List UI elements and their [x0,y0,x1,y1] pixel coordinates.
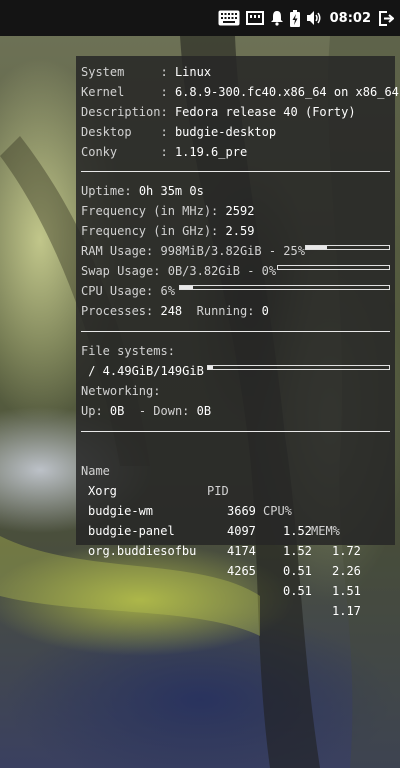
freq-ghz-label: Frequency (in GHz): [81,224,219,238]
uptime-value: 0h 35m 0s [138,184,204,198]
description-row: Description: Fedora release 40 (Forty) [81,102,356,122]
ram-row: RAM Usage: 998MiB/3.82GiB - 25% [81,241,305,261]
process-pid: 4174 [227,544,256,558]
system-value: Linux [174,65,212,79]
network-row: Up: 0B - Down: 0B [81,401,211,421]
swap-row: Swap Usage: 0B/3.82GiB - 0% [81,261,276,281]
divider [81,331,390,332]
running-value: 0 [261,304,269,318]
divider [81,171,390,172]
cpu-usage-bar [179,285,390,290]
processes-value: 248 [160,304,183,318]
logout-icon[interactable] [379,7,394,29]
ram-usage-bar-fill [306,246,327,249]
kernel-label: Kernel : [81,85,168,99]
table-row: org.buddiesofbu 4265 0.51 1.17 [81,521,390,618]
process-mem: 2.26 [332,564,361,578]
ram-usage-bar [305,245,390,250]
ram-label: RAM Usage: [81,244,154,258]
conky-panel: System : Linux Kernel : 6.8.9-300.fc40.x… [76,56,399,618]
freq-mhz-row: Frequency (in MHz): 2592 [81,201,254,221]
system-label: System : [81,65,168,79]
system-row: System : Linux [81,62,211,82]
up-value: 0B [109,404,125,418]
filesystems-label: File systems: [81,344,175,358]
ram-value: 998MiB/3.82GiB - 25% [160,244,305,258]
battery-icon[interactable] [289,7,300,29]
process-pid: 4265 [227,564,256,578]
table-row: budgie-wm 4097 1.52 2.26 [81,481,390,578]
conky-version-row: Conky : 1.19.6_pre [81,142,247,162]
root-fs-bar [207,365,390,370]
table-row: budgie-panel 4174 0.51 1.51 [81,501,390,598]
process-mem: 1.17 [332,604,361,618]
cpu-value: 6% [160,284,175,298]
up-label: Up: [81,404,103,418]
processes-row: Processes: 248 Running: 0 [81,301,269,321]
process-mem: 1.72 [332,544,361,558]
conky-label: Conky : [81,145,168,159]
cpu-usage-bar-fill [180,286,193,289]
freq-ghz-row: Frequency (in GHz): 2.59 [81,221,254,241]
processes-label: Processes: [81,304,154,318]
swap-usage-bar [277,265,390,270]
cpu-row: CPU Usage: 6% [81,281,175,301]
description-value: Fedora release 40 (Forty) [174,105,356,119]
running-label: Running: [196,304,255,318]
down-label: - Down: [131,404,190,418]
table-row: Xorg 3669 1.52 1.72 [81,461,390,558]
uptime-label: Uptime: [81,184,132,198]
root-fs-bar-fill [208,366,214,369]
down-value: 0B [196,404,212,418]
conky-value: 1.19.6_pre [174,145,248,159]
volume-icon[interactable] [306,7,322,29]
freq-ghz-value: 2.59 [225,224,255,238]
notification-bell-icon[interactable] [270,7,284,29]
process-cpu: 1.52 [283,544,312,558]
kernel-row: Kernel : 6.8.9-300.fc40.x86_64 on x86_64 [81,82,399,102]
freq-mhz-label: Frequency (in MHz): [81,204,219,218]
process-mem: 1.51 [332,584,361,598]
swap-value: 0B/3.82GiB - 0% [167,264,277,278]
swap-label: Swap Usage: [81,264,161,278]
description-label: Description: [81,105,168,119]
keyboard-icon[interactable] [218,7,240,29]
clock[interactable]: 08:02 [330,11,371,26]
process-cpu: 0.51 [283,564,312,578]
top-panel: 08:02 [0,0,400,36]
divider [81,431,390,432]
process-table-header: Name PID CPU% MEM% [81,441,390,538]
network-icon[interactable] [245,7,264,29]
desktop-value: budgie-desktop [174,125,277,139]
cpu-label: CPU Usage: [81,284,154,298]
networking-label: Networking: [81,384,161,398]
desktop-label: Desktop : [81,125,168,139]
process-name: org.buddiesofbu [88,544,197,558]
desktop-row: Desktop : budgie-desktop [81,122,276,142]
uptime-row: Uptime: 0h 35m 0s [81,181,204,201]
kernel-value: 6.8.9-300.fc40.x86_64 on x86_64 [174,85,399,99]
process-cpu: 0.51 [283,584,312,598]
root-fs-value: / 4.49GiB/149GiB [81,364,204,378]
freq-mhz-value: 2592 [225,204,255,218]
